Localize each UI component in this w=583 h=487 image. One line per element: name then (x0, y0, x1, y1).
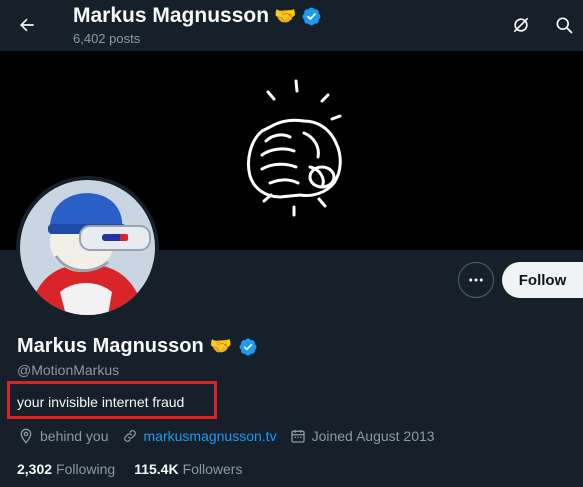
profile-avatar[interactable] (16, 176, 159, 319)
profile-bio: your invisible internet fraud (17, 394, 185, 410)
verified-badge-icon (239, 337, 257, 356)
location-item: behind you (18, 428, 109, 444)
profile-handle: @MotionMarkus (17, 362, 120, 378)
profile-display-name: Markus Magnusson 🤝 (17, 335, 258, 358)
top-bar: Markus Magnusson 🤝 6,402 posts (0, 0, 583, 51)
arrow-left-icon (20, 18, 34, 32)
grok-button[interactable] (505, 9, 537, 41)
location-text: behind you (40, 428, 109, 444)
joined-item: Joined August 2013 (290, 428, 435, 444)
more-options-button[interactable] (458, 262, 494, 298)
back-button[interactable] (10, 8, 44, 42)
search-icon (556, 17, 573, 34)
following-count: 2,302 (17, 461, 53, 477)
following-link[interactable]: 2,302 Following (17, 461, 115, 477)
location-pin-icon (20, 428, 32, 444)
verified-badge-icon (303, 7, 321, 25)
posts-count: 6,402 posts (73, 31, 141, 46)
website-item: markusmagnusson.tv (122, 428, 277, 444)
profile-meta: behind you markusmagnusson.tv Joined Aug… (18, 427, 448, 445)
profile-stats: 2,302 Following 115.4K Followers (17, 461, 261, 477)
handshake-emoji: 🤝 (274, 5, 297, 26)
website-link[interactable]: markusmagnusson.tv (144, 428, 277, 444)
followers-count: 115.4K (134, 461, 179, 477)
followers-label: Followers (182, 461, 243, 477)
link-icon (123, 430, 136, 442)
avatar-illustration (20, 180, 155, 315)
header-title: Markus Magnusson 🤝 (73, 4, 322, 28)
profile-name-text: Markus Magnusson (17, 335, 204, 357)
follow-button[interactable]: Follow (502, 262, 583, 298)
header-name: Markus Magnusson (73, 4, 270, 27)
search-button[interactable] (548, 9, 580, 41)
more-dots-icon (469, 278, 483, 282)
handshake-emoji: 🤝 (209, 336, 233, 356)
following-label: Following (56, 461, 116, 477)
grok-icon (513, 17, 529, 33)
joined-text: Joined August 2013 (311, 428, 435, 444)
calendar-icon (290, 430, 305, 443)
followers-link[interactable]: 115.4K Followers (134, 461, 242, 477)
